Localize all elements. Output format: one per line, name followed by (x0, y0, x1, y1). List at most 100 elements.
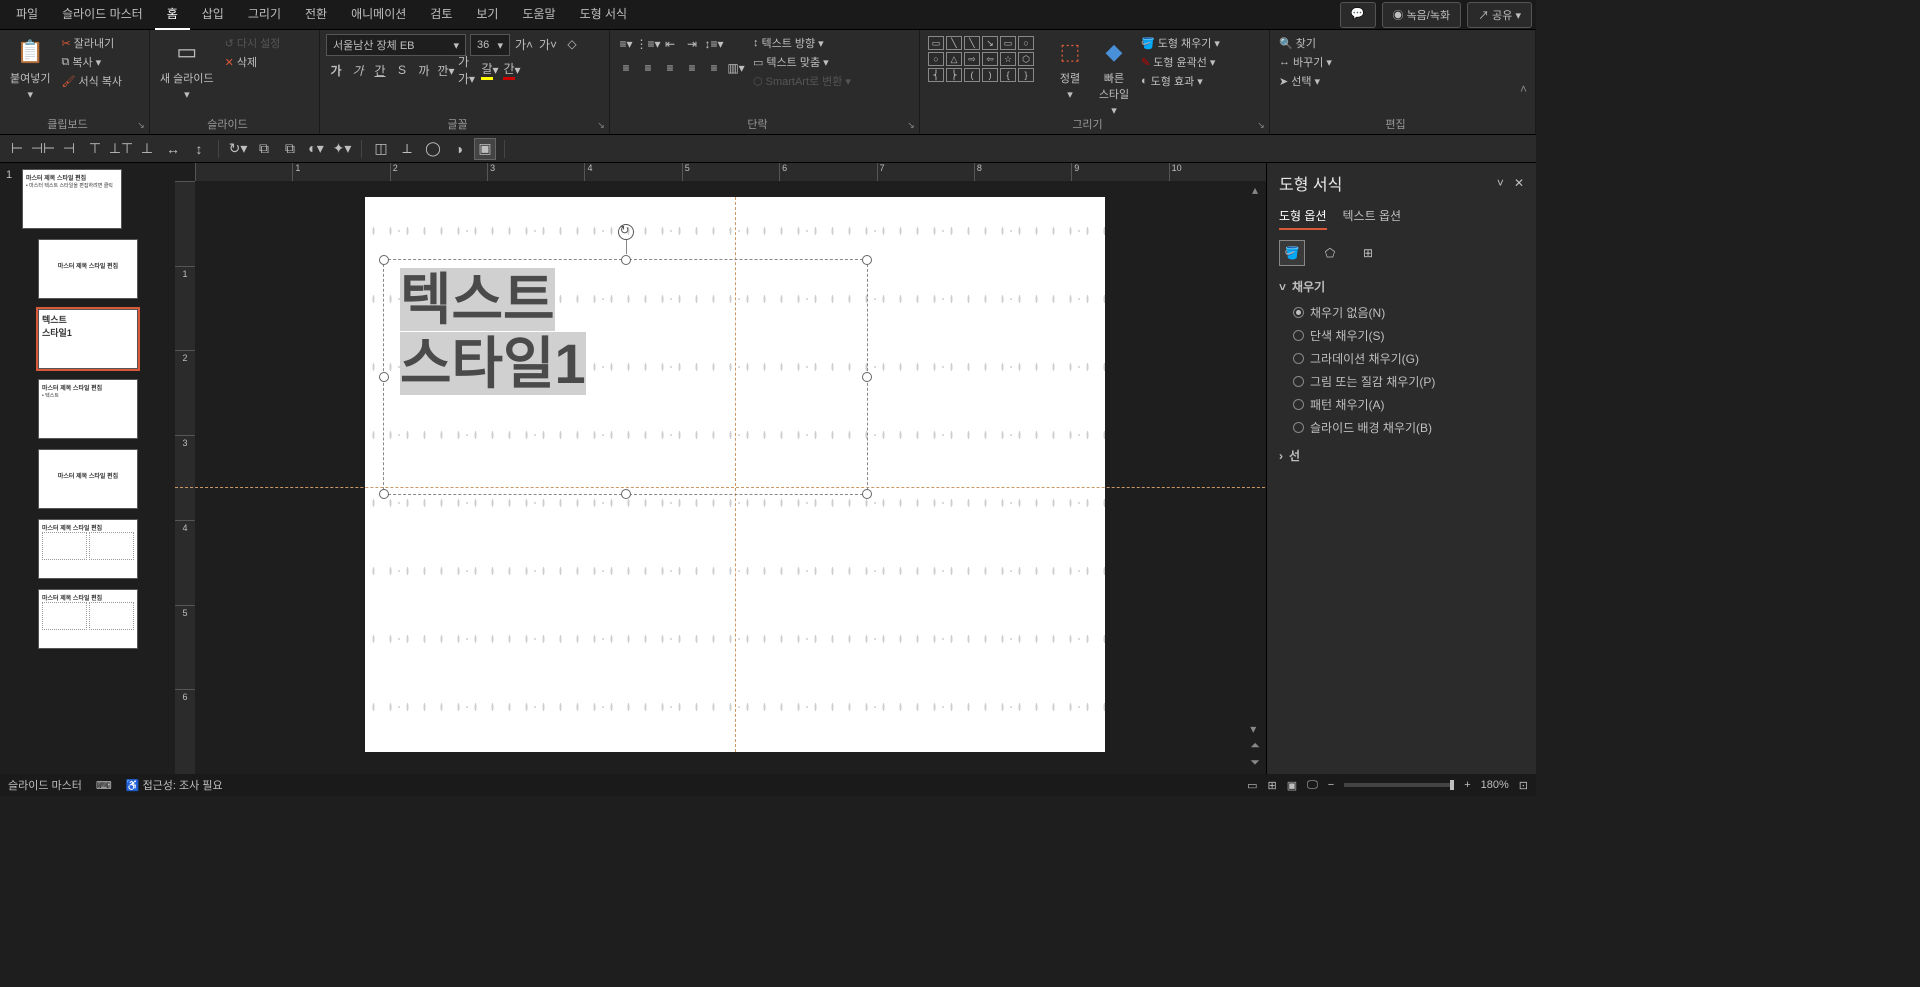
rotate-handle[interactable] (618, 224, 634, 240)
shape-fill-button[interactable]: 🪣도형 채우기 ▾ (1138, 34, 1223, 52)
pane-options-button[interactable]: ˅ (1497, 176, 1504, 190)
layout-thumb-3[interactable]: 마스터 제목 스타일 편집• 텍스트 (38, 379, 138, 439)
menu-slidemaster[interactable]: 슬라이드 마스터 (50, 0, 155, 30)
distribute-button[interactable]: ≡ (704, 58, 724, 78)
bullets-button[interactable]: ≡▾ (616, 34, 636, 54)
zoom-in-button[interactable]: + (1464, 779, 1470, 791)
zoom-percent[interactable]: 180% (1481, 779, 1509, 791)
ungroup-obj[interactable]: ⧉ (279, 138, 301, 160)
slidebg-fill-option[interactable]: 슬라이드 배경 채우기(B) (1279, 416, 1524, 439)
shape-bracket[interactable]: ⎨ (928, 68, 944, 82)
align-right-obj[interactable]: ⊣ (58, 138, 80, 160)
select-button[interactable]: ➤선택 ▾ (1276, 72, 1335, 90)
resize-handle-e[interactable] (862, 372, 872, 382)
char-spacing-button[interactable]: 깐▾ (436, 60, 456, 80)
color-button[interactable]: ◯ (422, 138, 444, 160)
shape-line2[interactable]: ╲ (964, 36, 980, 50)
shapes-gallery[interactable]: ▭╲╲↘▭○ ○△⇨⇦☆⬡ ⎨⎬(){} (926, 34, 1046, 84)
resize-handle-s[interactable] (621, 489, 631, 499)
fill-line-tab-icon[interactable]: 🪣 (1279, 240, 1305, 266)
master-thumb[interactable]: 마스터 제목 스타일 편집• 마스터 텍스트 스타일을 편집하려면 클릭 (22, 169, 122, 229)
shape-effects-button[interactable]: ◐도형 효과 ▾ (1138, 72, 1223, 90)
scroll-down-icon[interactable]: ▾ (1250, 722, 1260, 736)
change-case-button[interactable]: 가가▾ (458, 60, 478, 80)
vertical-scrollbar[interactable]: ▴ ▾ ⏶ ⏷ (1248, 183, 1262, 770)
shape-rect[interactable]: ▭ (928, 36, 944, 50)
cut-button[interactable]: ✂잘라내기 (58, 34, 125, 52)
resize-handle-n[interactable] (621, 255, 631, 265)
increase-indent-button[interactable]: ⇥ (682, 34, 702, 54)
distribute-v-obj[interactable]: ↕ (188, 138, 210, 160)
line-spacing-button[interactable]: ↕≡▾ (704, 34, 724, 54)
shadow-button[interactable]: 까 (414, 60, 434, 80)
sorter-view-button[interactable]: ⊞ (1268, 779, 1277, 792)
shape-more[interactable]: ⬡ (1018, 52, 1034, 66)
solid-fill-option[interactable]: 단색 채우기(S) (1279, 324, 1524, 347)
group-obj[interactable]: ⧉ (253, 138, 275, 160)
shape-star[interactable]: ☆ (1000, 52, 1016, 66)
textbox-content[interactable]: 텍스트 스타일1 (384, 260, 867, 405)
collapse-ribbon-button[interactable]: ˄ (1520, 82, 1527, 96)
normal-view-button[interactable]: ▭ (1247, 779, 1257, 792)
crop-button[interactable]: ◫ (370, 138, 392, 160)
status-lang-icon[interactable]: ⌨ (96, 779, 112, 792)
shape-arrow2[interactable]: ⇨ (964, 52, 980, 66)
distribute-h-obj[interactable]: ↔ (162, 138, 184, 160)
zoom-slider[interactable] (1344, 783, 1454, 787)
merge-shapes[interactable]: ◐▾ (305, 138, 327, 160)
align-center-h-obj[interactable]: ⊣⊢ (32, 138, 54, 160)
scroll-up-icon[interactable]: ▴ (1252, 183, 1258, 197)
menu-animation[interactable]: 애니메이션 (339, 0, 418, 30)
resize-handle-se[interactable] (862, 489, 872, 499)
effects-tab-icon[interactable]: ⬠ (1317, 240, 1343, 266)
shape-oval[interactable]: ○ (1018, 36, 1034, 50)
picture-frame-button[interactable]: ▣ (474, 138, 496, 160)
clear-format-button[interactable]: ◇ (562, 34, 582, 54)
align-top-obj[interactable]: ⊤ (84, 138, 106, 160)
shape-options-tab[interactable]: 도형 옵션 (1279, 203, 1327, 230)
delete-slide-button[interactable]: ✕삭제 (222, 53, 284, 71)
quick-styles-button[interactable]: ◆빠른 스타일▾ (1094, 34, 1134, 119)
highlight-button[interactable]: 갈▾ (480, 60, 500, 80)
slide-master-panel[interactable]: 1 마스터 제목 스타일 편집• 마스터 텍스트 스타일을 편집하려면 클릭 마… (0, 163, 175, 774)
comments-button[interactable]: 💬 (1340, 2, 1376, 28)
strike-button[interactable]: S (392, 60, 412, 80)
italic-button[interactable]: 가 (348, 60, 368, 80)
next-slide-icon[interactable]: ⏷ (1250, 755, 1260, 770)
align-center-button[interactable]: ≡ (638, 58, 658, 78)
rotate-obj[interactable]: ↻▾ (227, 138, 249, 160)
status-accessibility[interactable]: ♿ 접근성: 조사 필요 (126, 777, 223, 793)
shape-brace2[interactable]: } (1018, 68, 1034, 82)
edit-points[interactable]: ✦▾ (331, 138, 353, 160)
layout-thumb-5[interactable]: 마스터 제목 스타일 편집 (38, 519, 138, 579)
resize-handle-nw[interactable] (379, 255, 389, 265)
text-options-tab[interactable]: 텍스트 옵션 (1343, 203, 1402, 230)
shrink-font-button[interactable]: 가˅ (538, 34, 558, 54)
prev-slide-icon[interactable]: ⏶ (1250, 738, 1260, 753)
align-text-button[interactable]: ▭텍스트 맞춤 ▾ (750, 53, 854, 71)
find-button[interactable]: 🔍찾기 (1276, 34, 1335, 52)
size-tab-icon[interactable]: ⊞ (1355, 240, 1381, 266)
fit-window-button[interactable]: ⊡ (1519, 779, 1528, 792)
picture-fill-option[interactable]: 그림 또는 질감 채우기(P) (1279, 370, 1524, 393)
bold-button[interactable]: 가 (326, 60, 346, 80)
menu-home[interactable]: 홈 (155, 0, 190, 30)
font-name-combo[interactable]: 서울남산 장체 EB▾ (326, 34, 466, 56)
align-bottom-obj[interactable]: ⊥ (136, 138, 158, 160)
textbox-placeholder[interactable]: 텍스트 스타일1 (383, 259, 868, 495)
align-middle-obj[interactable]: ⊥⊤ (110, 138, 132, 160)
drawing-launcher[interactable]: ↘ (1255, 120, 1267, 132)
layout-thumb-1[interactable]: 마스터 제목 스타일 편집 (38, 239, 138, 299)
pane-close-button[interactable]: ✕ (1514, 176, 1524, 190)
grayscale-button[interactable]: ◑ (448, 138, 470, 160)
replace-button[interactable]: ↔바꾸기 ▾ (1276, 53, 1335, 71)
shape-brace[interactable]: { (1000, 68, 1016, 82)
shape-arrow3[interactable]: ⇦ (982, 52, 998, 66)
shape-outline-button[interactable]: ✎도형 윤곽선 ▾ (1138, 53, 1223, 71)
no-fill-option[interactable]: 채우기 없음(N) (1279, 301, 1524, 324)
justify-button[interactable]: ≡ (682, 58, 702, 78)
layout-thumb-4[interactable]: 마스터 제목 스타일 편집 (38, 449, 138, 509)
crop-tool[interactable]: ⟂ (396, 138, 418, 160)
underline-button[interactable]: 간 (370, 60, 390, 80)
copy-button[interactable]: ⧉복사 ▾ (58, 53, 125, 71)
